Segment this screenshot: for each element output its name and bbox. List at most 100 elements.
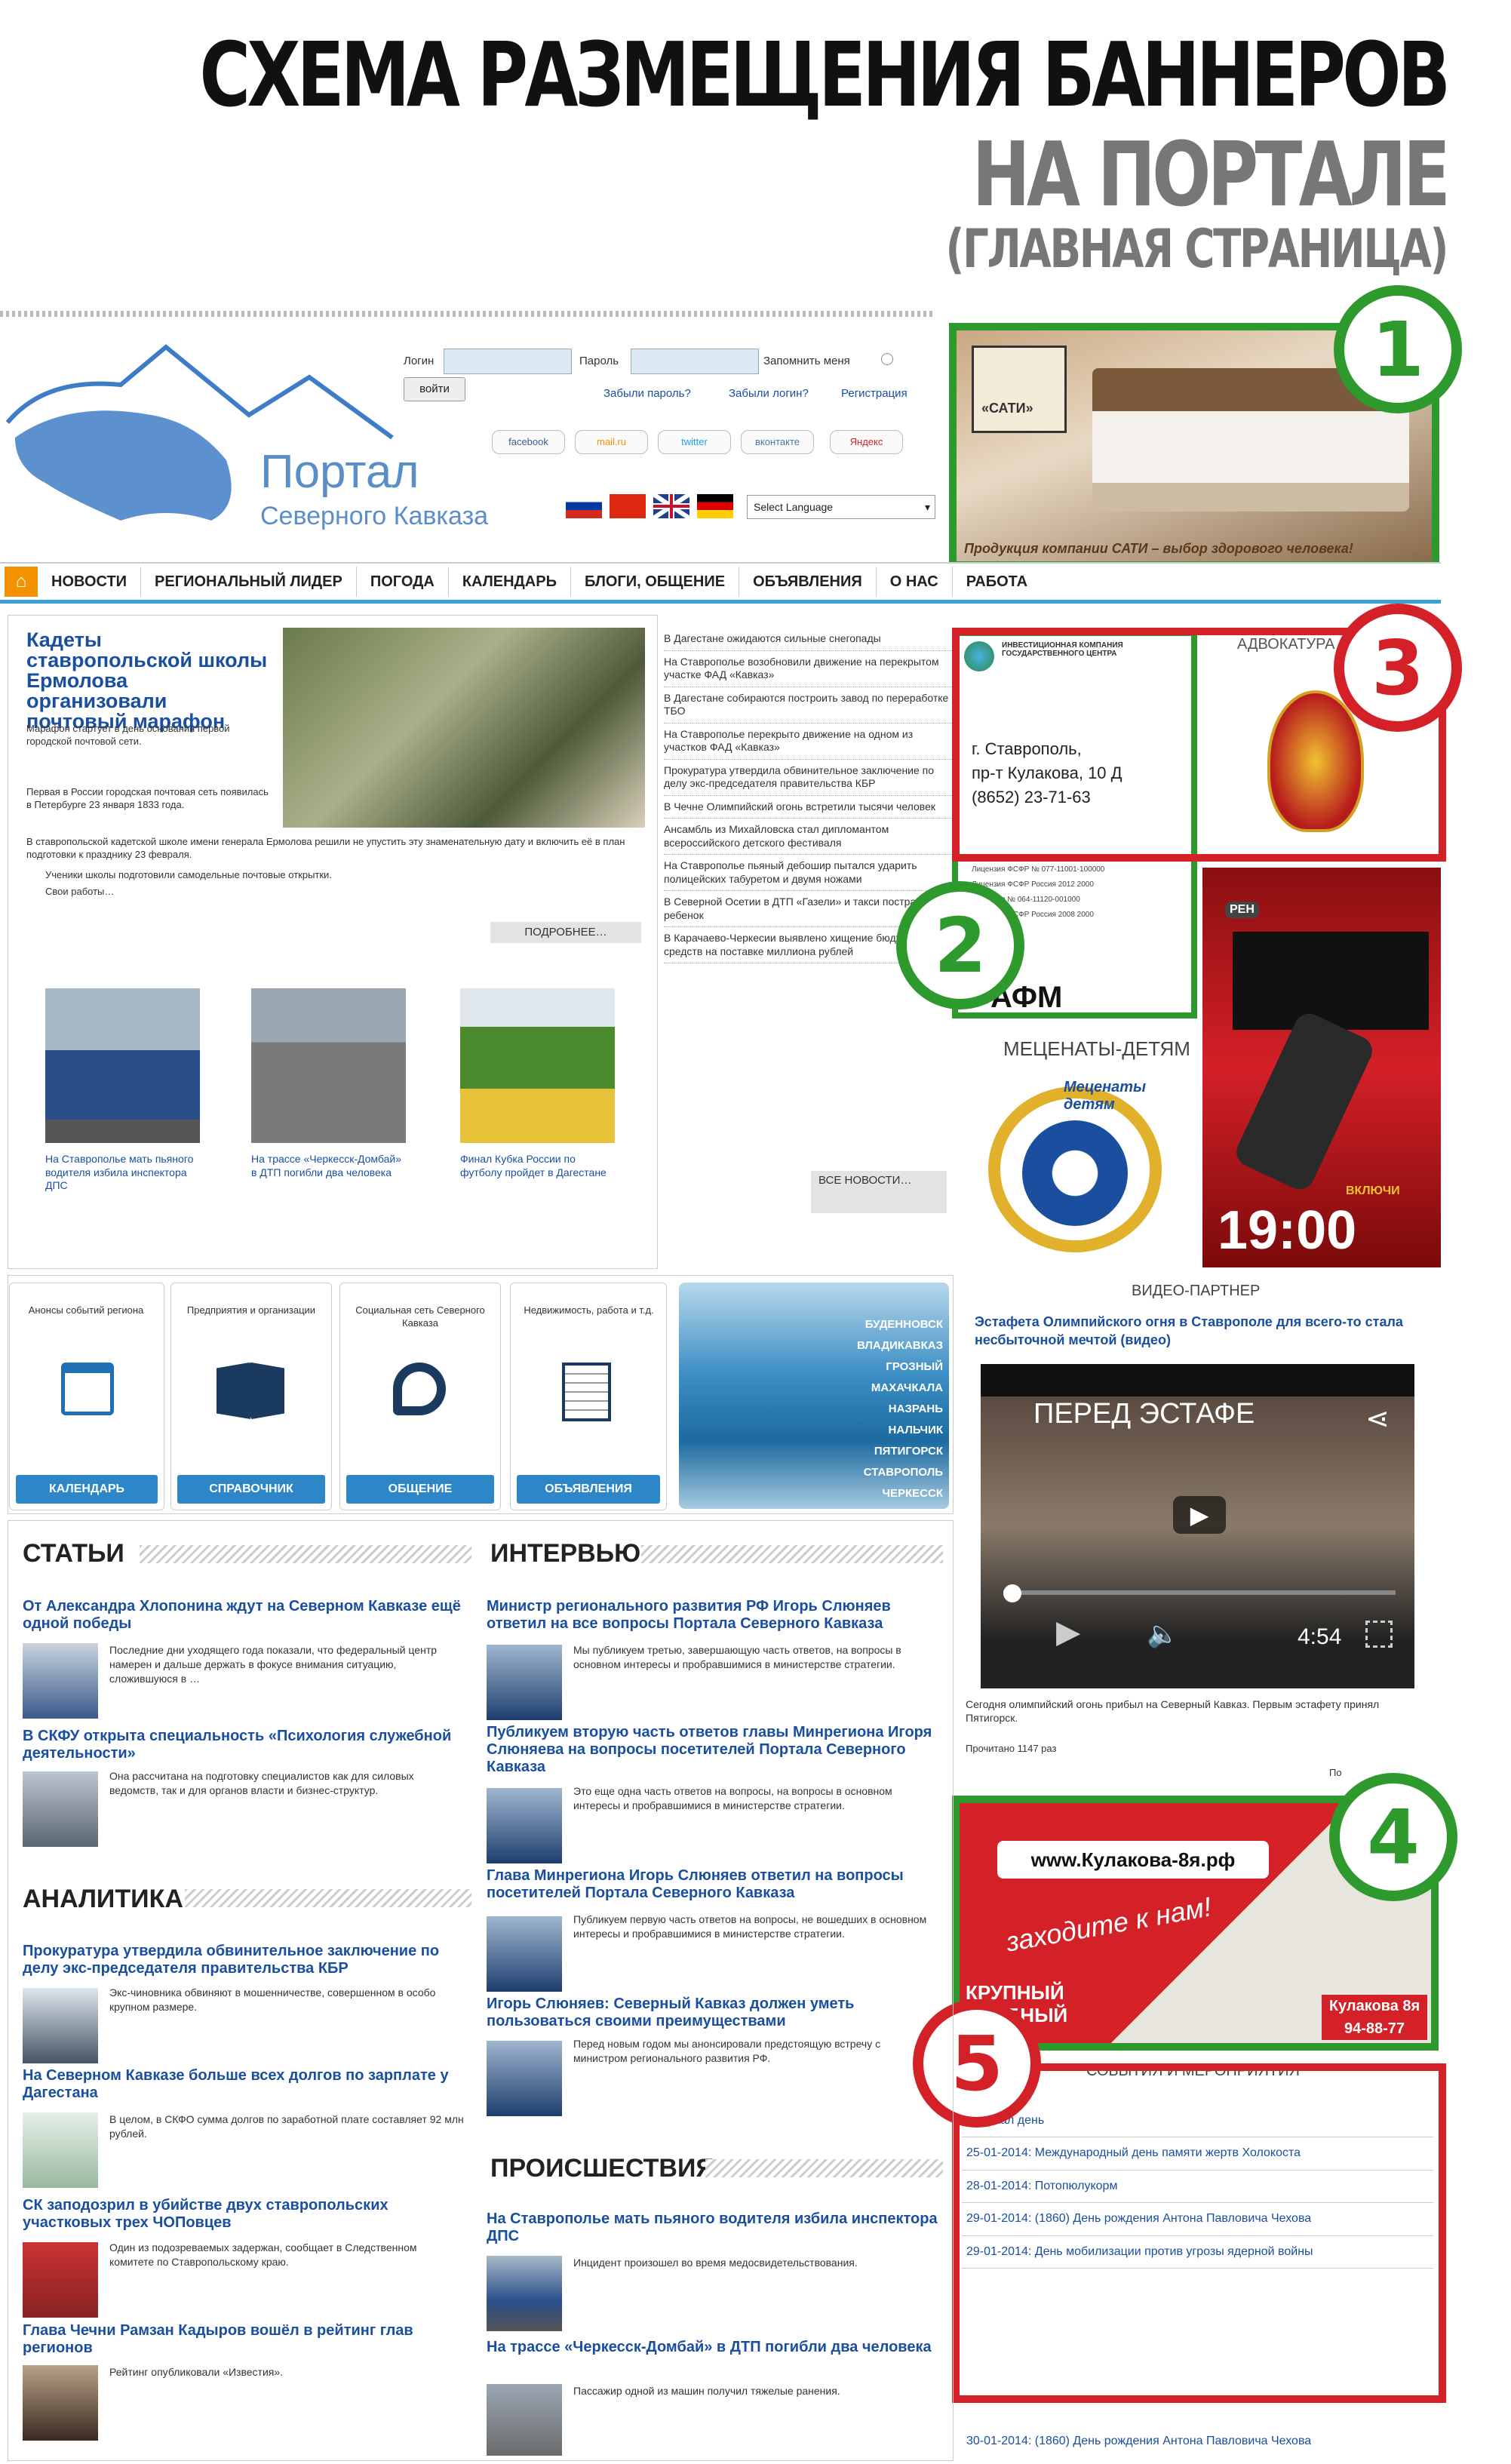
photo-news-caption-3[interactable]: Финал Кубка России по футболу пройдет в …	[460, 1153, 619, 1179]
tab-calendar[interactable]: Анонсы событий региона КАЛЕНДАРЬ	[9, 1283, 164, 1510]
directory-button[interactable]: СПРАВОЧНИК	[177, 1475, 325, 1504]
video-progress-handle[interactable]	[1003, 1584, 1021, 1602]
interview-title[interactable]: Публикуем вторую часть ответов главы Мин…	[487, 1724, 939, 1776]
interview-text: Это еще одна часть ответов на вопросы, н…	[573, 1785, 892, 1811]
interview-title[interactable]: Игорь Слюняев: Северный Кавказ должен ум…	[487, 1995, 939, 2030]
city-link[interactable]: ПЯТИГОРСК	[815, 1441, 943, 1462]
analytics-thumb[interactable]	[23, 2242, 98, 2318]
facebook-button[interactable]: facebook	[492, 430, 565, 454]
nav-blogs[interactable]: БЛОГИ, ОБЩЕНИЕ	[571, 567, 740, 597]
register-link[interactable]: Регистрация	[841, 387, 908, 400]
interview-title[interactable]: Министр регионального развития РФ Игорь …	[487, 1598, 939, 1633]
ads-button[interactable]: ОБЪЯВЛЕНИЯ	[517, 1475, 660, 1504]
photo-news-thumb-1[interactable]	[45, 988, 200, 1143]
news-item[interactable]: В Чечне Олимпийский огонь встретили тыся…	[664, 796, 952, 819]
login-button[interactable]: войти	[404, 377, 465, 401]
analytics-title[interactable]: На Северном Кавказе больше всех долгов п…	[23, 2067, 468, 2102]
nav-news[interactable]: НОВОСТИ	[38, 567, 142, 597]
city-link[interactable]: НАЛЬЧИК	[815, 1420, 943, 1441]
news-item[interactable]: Прокуратура утвердила обвинительное закл…	[664, 760, 952, 796]
play-icon[interactable]: ▶	[1173, 1496, 1226, 1534]
interview-thumb[interactable]	[487, 1916, 562, 1992]
nav-regional-leader[interactable]: РЕГИОНАЛЬНЫЙ ЛИДЕР	[141, 567, 357, 597]
news-item[interactable]: На Ставрополье возобновили движение на п…	[664, 651, 952, 687]
home-icon[interactable]: ⌂	[5, 567, 38, 597]
city-link[interactable]: МАХАЧКАЛА	[815, 1378, 943, 1399]
city-link[interactable]: ГРОЗНЫЙ	[815, 1356, 943, 1378]
tab-directory[interactable]: Предприятия и организации СПРАВОЧНИК	[170, 1283, 332, 1510]
analytics-thumb[interactable]	[23, 2365, 98, 2441]
interview-thumb[interactable]	[487, 1645, 562, 1720]
flag-de-icon[interactable]	[697, 494, 733, 518]
article-thumb[interactable]	[23, 1771, 98, 1847]
ren-tv-banner[interactable]: РЕН ВКЛЮЧИ 19:00	[1202, 868, 1441, 1267]
news-item[interactable]: В Дагестане собираются построить завод п…	[664, 687, 952, 724]
photo-news-thumb-2[interactable]	[251, 988, 406, 1143]
news-item[interactable]: На Ставрополье пьяный дебошир пытался уд…	[664, 855, 952, 891]
flag-cn-icon[interactable]	[610, 494, 646, 518]
twitter-button[interactable]: twitter	[658, 430, 731, 454]
photo-news-thumb-3[interactable]	[460, 988, 615, 1143]
video-title[interactable]: Эстафета Олимпийского огня в Ставрополе …	[975, 1313, 1427, 1350]
incident-title[interactable]: На трассе «Черкесск-Домбай» в ДТП погибл…	[487, 2339, 939, 2356]
city-link[interactable]: НАЗРАНЬ	[815, 1399, 943, 1420]
photo-news-caption-1[interactable]: На Ставрополье мать пьяного водителя изб…	[45, 1153, 204, 1193]
more-button[interactable]: ПОДРОБНЕЕ…	[490, 922, 641, 943]
article-title[interactable]: От Александра Хлопонина ждут на Северном…	[23, 1598, 468, 1633]
video-player[interactable]: ПЕРЕД ЭСТАФЕ ⋖ ▶ ▶ 🔈 4:54	[981, 1364, 1414, 1688]
menaty-logo[interactable]: Меценаты детям	[981, 1064, 1177, 1260]
interview-thumb[interactable]	[487, 2041, 562, 2116]
city-link[interactable]: БУДЕННОВСК	[815, 1314, 943, 1335]
forgot-login-link[interactable]: Забыли логин?	[729, 387, 809, 400]
mailru-button[interactable]: mail.ru	[575, 430, 648, 454]
nav-about[interactable]: О НАС	[877, 567, 953, 597]
password-input[interactable]	[631, 349, 759, 374]
social-button[interactable]: ОБЩЕНИЕ	[346, 1475, 494, 1504]
analytics-title[interactable]: СК заподозрил в убийстве двух ставрополь…	[23, 2197, 468, 2232]
language-select[interactable]: Select Language ▾	[747, 495, 935, 519]
login-input[interactable]	[444, 349, 572, 374]
analytics-thumb[interactable]	[23, 1988, 98, 2063]
article-title[interactable]: В СКФУ открыта специальность «Психология…	[23, 1728, 468, 1762]
nav-ads[interactable]: ОБЪЯВЛЕНИЯ	[739, 567, 877, 597]
flag-uk-icon[interactable]	[652, 492, 691, 521]
nav-weather[interactable]: ПОГОДА	[357, 567, 449, 597]
city-link[interactable]: ЧЕРКЕССК	[815, 1483, 943, 1504]
interview-title[interactable]: Глава Минрегиона Игорь Слюняев ответил н…	[487, 1867, 939, 1902]
photo-news-caption-2[interactable]: На трассе «Черкесск-Домбай» в ДТП погибл…	[251, 1153, 410, 1179]
video-progress-bar[interactable]	[1003, 1590, 1396, 1595]
news-item[interactable]: В Дагестане ожидаются сильные снегопады	[664, 628, 952, 651]
city-link[interactable]: ВЛАДИКАВКАЗ	[815, 1335, 943, 1356]
remember-checkbox[interactable]	[881, 353, 893, 365]
tab-social[interactable]: Социальная сеть Северного Кавказа ОБЩЕНИ…	[339, 1283, 501, 1510]
interview-thumb[interactable]	[487, 1788, 562, 1863]
union-jack-icon	[652, 492, 691, 521]
main-story-photo[interactable]	[283, 628, 645, 828]
nav-calendar[interactable]: КАЛЕНДАРЬ	[449, 567, 571, 597]
share-icon[interactable]: ⋖	[1365, 1402, 1390, 1436]
all-news-button[interactable]: ВСЕ НОВОСТИ…	[811, 1171, 947, 1213]
event-item[interactable]: 30-01-2014: (1860) День рождения Антона …	[962, 2426, 1442, 2457]
video-more-link[interactable]: По	[1329, 1767, 1342, 1780]
fullscreen-icon[interactable]	[1365, 1621, 1393, 1648]
incident-title[interactable]: На Ставрополье мать пьяного водителя изб…	[487, 2211, 939, 2245]
main-story-title[interactable]: Кадеты ставропольской школы Ермолова орг…	[26, 630, 268, 732]
forgot-password-link[interactable]: Забыли пароль?	[603, 387, 691, 400]
player-play-icon[interactable]: ▶	[1056, 1613, 1080, 1650]
news-item[interactable]: Ансамбль из Михайловска стал дипломантом…	[664, 819, 952, 855]
calendar-button[interactable]: КАЛЕНДАРЬ	[16, 1475, 158, 1504]
vkontakte-button[interactable]: вконтакте	[741, 430, 814, 454]
news-item[interactable]: На Ставрополье перекрыто движение на одн…	[664, 724, 952, 760]
tab-ads[interactable]: Недвижимость, работа и т.д. ОБЪЯВЛЕНИЯ	[510, 1283, 667, 1510]
flag-ru-icon[interactable]	[566, 494, 602, 518]
volume-icon[interactable]: 🔈	[1147, 1619, 1178, 1649]
analytics-title[interactable]: Глава Чечни Рамзан Кадыров вошёл в рейти…	[23, 2322, 468, 2357]
incident-thumb[interactable]	[487, 2384, 562, 2456]
yandex-button[interactable]: Яндекс	[830, 430, 903, 454]
incident-thumb[interactable]	[487, 2256, 562, 2331]
article-thumb[interactable]	[23, 1643, 98, 1719]
analytics-title[interactable]: Прокуратура утвердила обвинительное закл…	[23, 1943, 468, 1977]
analytics-thumb[interactable]	[23, 2112, 98, 2188]
nav-work[interactable]: РАБОТА	[953, 567, 1041, 597]
city-link[interactable]: СТАВРОПОЛЬ	[815, 1462, 943, 1483]
